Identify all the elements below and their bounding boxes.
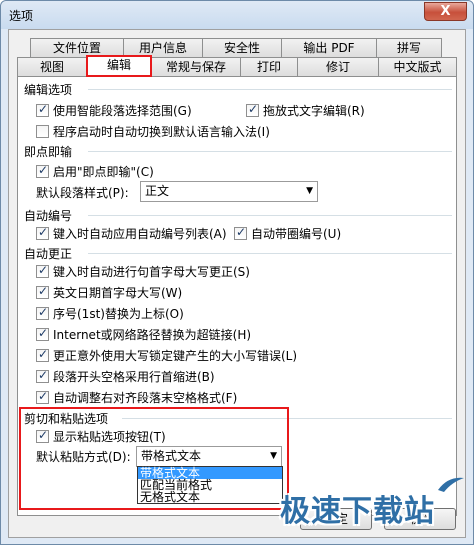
select-value: 带格式文本	[141, 449, 202, 463]
close-button[interactable]: X	[424, 2, 467, 21]
option-label: 键入时自动进行句首字母大写更正(S)	[53, 264, 250, 279]
dropdown-arrow-icon: ▼	[270, 451, 277, 461]
title-bar[interactable]: 选项 X	[1, 1, 473, 29]
section-autocorrect: 自动更正	[24, 245, 73, 262]
option-label: 段落开头空格采用行首缩进(B)	[53, 369, 215, 384]
option-smart-select[interactable]: 使用智能段落选择范围(G)	[36, 101, 192, 119]
option-drag-text[interactable]: 拖放式文字编辑(R)	[246, 101, 365, 119]
option-autocorrect-2[interactable]: 英文日期首字母大写(W)	[36, 283, 182, 301]
default-paste-label: 默认粘贴方式(D):	[36, 449, 131, 464]
option-auto-list[interactable]: 键入时自动应用自动编号列表(A)	[36, 224, 227, 242]
option-label: 拖放式文字编辑(R)	[263, 103, 365, 118]
tab-revision[interactable]: 修订	[297, 57, 379, 77]
option-label: 更正意外使用大写锁定键产生的大小写错误(L)	[53, 348, 298, 363]
divider	[88, 215, 452, 216]
option-auto-circle[interactable]: 自动带圈编号(U)	[234, 224, 341, 242]
tab-security[interactable]: 安全性	[202, 38, 282, 58]
option-label: Internet或网络路径替换为超链接(H)	[53, 327, 252, 342]
checkbox-checked[interactable]	[36, 305, 49, 320]
default-paste-select[interactable]: 带格式文本 ▼	[136, 446, 282, 467]
checkbox-checked[interactable]	[36, 368, 49, 383]
option-label: 启用"即点即输"(C)	[53, 164, 154, 179]
option-label: 英文日期首字母大写(W)	[53, 285, 183, 300]
option-autocorrect-6[interactable]: 段落开头空格采用行首缩进(B)	[36, 367, 215, 385]
tab-view[interactable]: 视图	[17, 57, 87, 77]
checkbox-checked[interactable]	[36, 163, 49, 178]
watermark-text: 极速下载站	[280, 494, 435, 529]
option-label: 键入时自动应用自动编号列表(A)	[53, 226, 227, 241]
divider	[88, 253, 452, 254]
edit-panel: 编辑选项 使用智能段落选择范围(G) 拖放式文字编辑(R) 程序启动时自动切换到…	[17, 76, 457, 516]
checkbox-checked[interactable]	[36, 225, 49, 240]
watermark-swoosh-icon	[438, 477, 464, 492]
checkbox-checked[interactable]	[36, 263, 49, 278]
dropdown-option-plain-text[interactable]: 无格式文本	[138, 491, 282, 503]
default-style-label: 默认段落样式(P):	[36, 185, 129, 200]
option-autocorrect-3[interactable]: 序号(1st)替换为上标(O)	[36, 304, 184, 322]
option-auto-ime[interactable]: 程序启动时自动切换到默认语言输入法(I)	[36, 122, 270, 140]
tab-output-pdf[interactable]: 输出 PDF	[281, 38, 377, 58]
paste-mode-dropdown-list: 带格式文本 匹配当前格式 无格式文本	[137, 466, 283, 504]
section-edit-options: 编辑选项	[24, 81, 73, 98]
checkbox-checked[interactable]	[234, 225, 247, 240]
edit-tab-highlight	[86, 55, 152, 77]
option-label: 显示粘贴选项按钮(T)	[53, 429, 166, 444]
dropdown-arrow-icon: ▼	[306, 186, 313, 196]
section-auto-numbering: 自动编号	[24, 207, 73, 224]
default-style-select[interactable]: 正文 ▼	[140, 181, 318, 202]
option-autocorrect-5[interactable]: 更正意外使用大写锁定键产生的大小写错误(L)	[36, 346, 297, 364]
checkbox-checked[interactable]	[36, 284, 49, 299]
divider	[122, 418, 452, 419]
checkbox-checked[interactable]	[36, 102, 49, 117]
checkbox-checked[interactable]	[36, 389, 49, 404]
divider	[88, 89, 452, 90]
option-autocorrect-7[interactable]: 自动调整右对齐段落末空格格式(F)	[36, 388, 237, 406]
option-label: 使用智能段落选择范围(G)	[53, 103, 192, 118]
option-autocorrect-4[interactable]: Internet或网络路径替换为超链接(H)	[36, 325, 251, 343]
section-instant-input: 即点即输	[24, 143, 73, 160]
tab-chinese-layout[interactable]: 中文版式	[378, 57, 457, 77]
option-label: 自动调整右对齐段落末空格格式(F)	[53, 390, 238, 405]
tab-print[interactable]: 打印	[240, 57, 298, 77]
checkbox-unchecked[interactable]	[36, 124, 49, 138]
option-label: 序号(1st)替换为上标(O)	[53, 306, 184, 321]
option-label: 程序启动时自动切换到默认语言输入法(I)	[53, 124, 270, 139]
tab-general-save[interactable]: 常规与保存	[151, 57, 241, 77]
checkbox-checked[interactable]	[36, 326, 49, 341]
tab-spelling[interactable]: 拼写	[376, 38, 442, 58]
dialog-title: 选项	[9, 9, 34, 23]
divider	[88, 151, 452, 152]
option-label: 自动带圈编号(U)	[251, 226, 342, 241]
option-show-paste-button[interactable]: 显示粘贴选项按钮(T)	[36, 427, 166, 445]
option-enable-instant[interactable]: 启用"即点即输"(C)	[36, 162, 154, 180]
checkbox-checked[interactable]	[246, 102, 259, 117]
section-cut-paste: 剪切和粘贴选项	[24, 410, 109, 427]
select-value: 正文	[145, 184, 170, 198]
checkbox-checked[interactable]	[36, 347, 49, 362]
option-autocorrect-1[interactable]: 键入时自动进行句首字母大写更正(S)	[36, 262, 250, 280]
checkbox-checked[interactable]	[36, 428, 49, 443]
